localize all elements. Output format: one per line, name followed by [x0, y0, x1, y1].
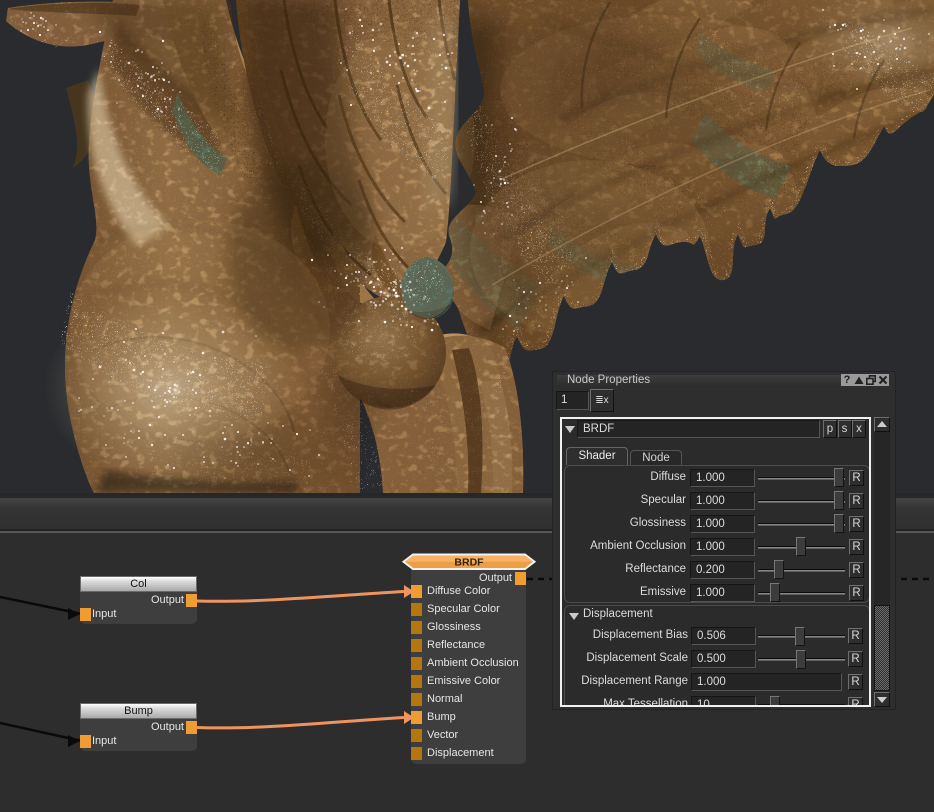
svg-text:BRDF: BRDF: [454, 557, 484, 569]
